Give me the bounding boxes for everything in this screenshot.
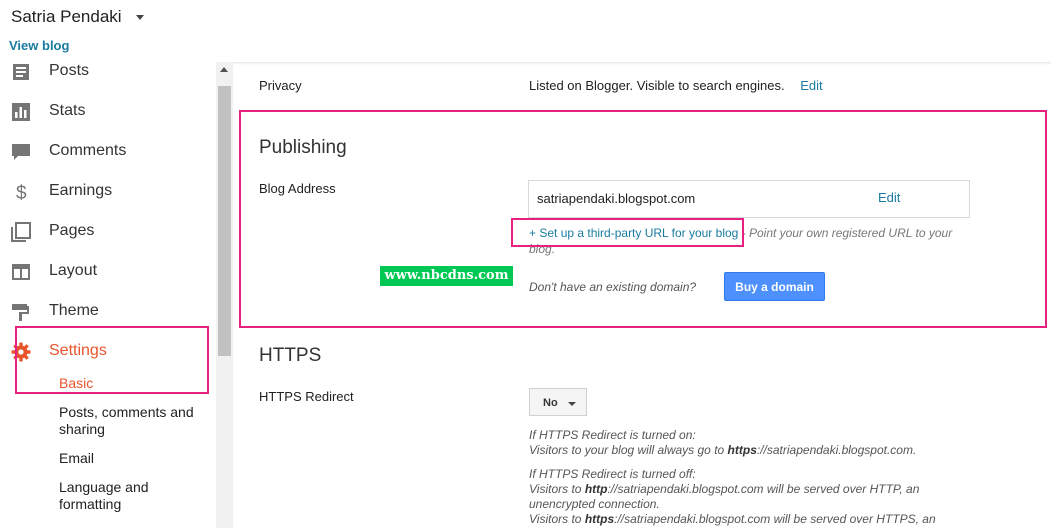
sidebar-item-pages[interactable]: Pages [0,214,216,250]
sidebar-item-label: Pages [49,222,95,239]
https-redirect-select[interactable]: No [529,388,587,416]
privacy-edit-link[interactable]: Edit [800,78,822,93]
svg-text:$: $ [16,183,27,202]
sidebar-subitem-email[interactable]: Email [59,450,209,467]
pages-icon [11,222,31,242]
layout-icon [12,264,30,280]
third-party-highlight-box [511,218,744,247]
https-on-note: If HTTPS Redirect is turned on: Visitors… [529,428,969,458]
blog-title[interactable]: Satria Pendaki [11,7,122,27]
view-blog-link[interactable]: View blog [9,38,69,53]
publishing-title: Publishing [259,137,347,158]
https-on-text: Visitors to your blog will always go to … [529,443,917,457]
sidebar-item-label: Earnings [49,182,113,199]
buy-domain-button[interactable]: Buy a domain [724,272,825,301]
https-off-line-1: Visitors to http://satriapendaki.blogspo… [529,482,920,511]
blog-switcher-caret-icon[interactable] [136,15,144,20]
sidebar-item-posts[interactable]: Posts [0,62,216,90]
sidebar-item-stats[interactable]: Stats [0,94,216,130]
sidebar-item-label: Theme [49,302,99,319]
sidebar-subitem-language-formatting[interactable]: Language and formatting [59,479,209,513]
privacy-label: Privacy [259,78,302,93]
sidebar-item-theme[interactable]: Theme [0,294,216,330]
header-divider [230,62,1051,65]
paint-roller-icon [12,304,29,321]
sidebar-item-label: Comments [49,142,127,159]
privacy-value: Listed on Blogger. Visible to search eng… [529,78,823,93]
privacy-value-text: Listed on Blogger. Visible to search eng… [529,78,785,93]
https-off-heading: If HTTPS Redirect is turned off: [529,467,696,481]
dollar-icon: $ [16,183,27,202]
sidebar-item-comments[interactable]: Comments [0,134,216,170]
https-redirect-label: HTTPS Redirect [259,389,354,404]
https-off-line-2: Visitors to https://satriapendaki.blogsp… [529,512,936,526]
sidebar-item-label: Stats [49,102,86,119]
sidebar-item-layout[interactable]: Layout [0,254,216,290]
settings-highlight-box [15,326,209,394]
sidebar-subitem-posts-comments-sharing[interactable]: Posts, comments and sharing [59,404,209,438]
comments-icon [12,144,30,160]
scroll-up-arrow-icon[interactable] [220,67,228,72]
https-redirect-select-value: No [543,397,558,409]
sidebar-item-earnings[interactable]: $ Earnings [0,174,216,210]
no-domain-text: Don't have an existing domain? [529,280,697,294]
blog-address-field: satriapendaki.blogspot.com Edit [528,180,970,218]
sidebar-item-label: Layout [49,262,98,279]
https-title: HTTPS [259,345,322,366]
https-off-note: If HTTPS Redirect is turned off: Visitor… [529,467,969,527]
sidebar-item-label: Posts [49,62,90,79]
posts-icon [13,64,29,80]
watermark-text: www.nbcdns.com [380,266,513,286]
stats-icon [12,103,30,121]
sidebar-scrollbar-thumb[interactable] [218,86,231,356]
blog-address-edit-link[interactable]: Edit [878,190,900,205]
chevron-down-icon [568,402,576,406]
blog-address-value: satriapendaki.blogspot.com [537,191,696,206]
sidebar: Posts Stats Comments $ Earnings Pages La… [0,62,216,528]
https-on-heading: If HTTPS Redirect is turned on: [529,428,696,442]
blog-address-label: Blog Address [259,181,336,196]
